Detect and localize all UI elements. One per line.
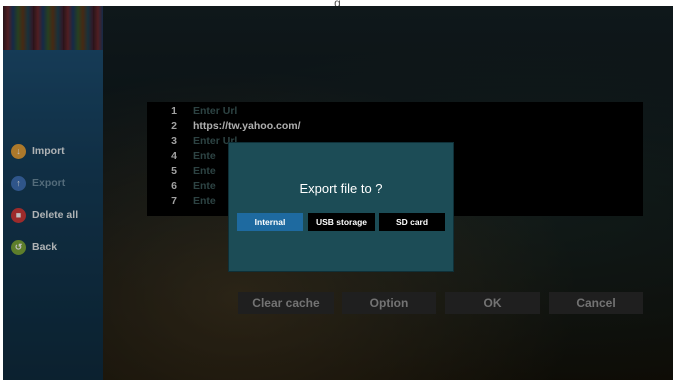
usb-storage-option-button[interactable]: USB storage — [308, 213, 375, 231]
export-dialog: Export file to ? Internal USB storage SD… — [228, 142, 454, 272]
app-screen: ↓ Import ↑ Export ■ Delete all ↺ Back 1 … — [3, 6, 673, 380]
sd-card-option-button[interactable]: SD card — [379, 213, 445, 231]
dialog-title: Export file to ? — [299, 181, 383, 196]
internal-option-button[interactable]: Internal — [237, 213, 303, 231]
